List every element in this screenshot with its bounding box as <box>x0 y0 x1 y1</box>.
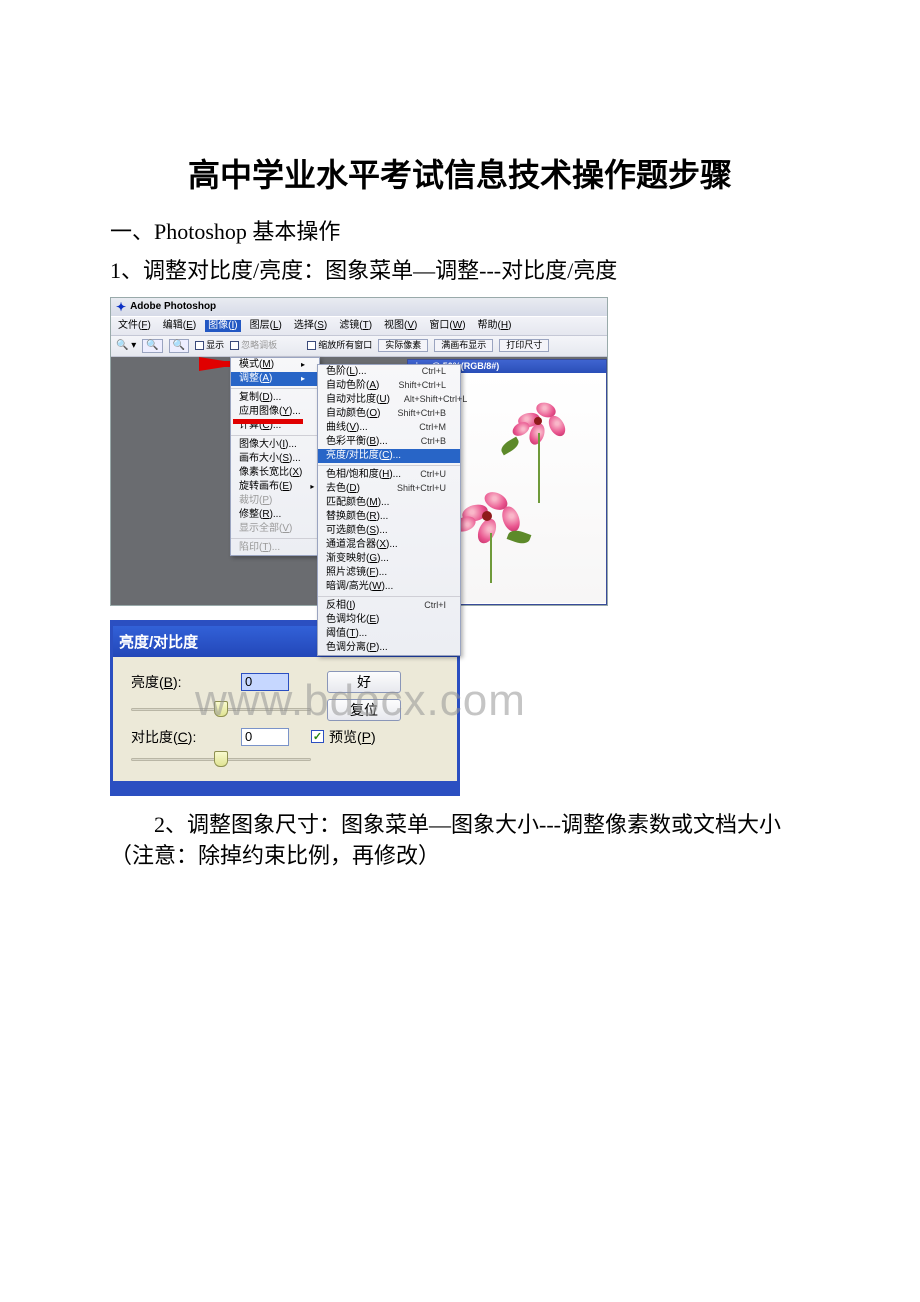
menu-item: 陷印(T)... <box>231 541 319 555</box>
menu-item[interactable]: 调整(A) <box>231 372 319 386</box>
menu-item[interactable]: 匹配颜色(M)... <box>318 496 460 510</box>
menu-item[interactable]: 自动颜色(O)Shift+Ctrl+B <box>318 407 460 421</box>
step-2-text: 2、调整图象尺寸：图象菜单—图象大小---调整像素数或文档大小（注意：除掉约束比… <box>110 810 810 872</box>
menu-item[interactable]: 渐变映射(G)... <box>318 552 460 566</box>
contrast-input[interactable] <box>241 728 289 746</box>
app-titlebar: ✦ Adobe Photoshop <box>111 298 607 316</box>
menu-item[interactable]: 亮度/对比度(C)... <box>318 449 460 463</box>
menubar-item[interactable]: 窗口(W) <box>426 320 468 332</box>
menu-item[interactable]: 替换颜色(R)... <box>318 510 460 524</box>
menubar-item[interactable]: 图层(L) <box>247 320 285 332</box>
menu-item[interactable]: 模式(M) <box>231 358 319 372</box>
annotation-arrow-icon <box>233 419 303 424</box>
adjustments-submenu[interactable]: 色阶(L)...Ctrl+L自动色阶(A)Shift+Ctrl+L自动对比度(U… <box>317 364 461 656</box>
menu-item[interactable]: 暗调/高光(W)... <box>318 580 460 594</box>
menubar-item[interactable]: 帮助(H) <box>475 320 515 332</box>
opt-btn-fit[interactable]: 满画布显示 <box>434 339 493 352</box>
workspace: 模式(M)调整(A)复制(D)...应用图像(Y)...计算(C)...图像大小… <box>111 357 607 605</box>
contrast-label: 对比度(C): <box>131 727 241 747</box>
contrast-slider[interactable] <box>131 751 311 767</box>
brightness-input[interactable] <box>241 673 289 691</box>
app-icon: ✦ <box>116 301 126 313</box>
opt-checkbox-zoomall[interactable]: 缩放所有窗口 <box>307 341 372 350</box>
menubar-item[interactable]: 视图(V) <box>381 320 420 332</box>
opt-show-label: 显示 <box>206 341 224 350</box>
menu-item[interactable]: 通道混合器(X)... <box>318 538 460 552</box>
zoom-out-button[interactable]: 🔍 <box>169 339 189 353</box>
image-menu-dropdown[interactable]: 模式(M)调整(A)复制(D)...应用图像(Y)...计算(C)...图像大小… <box>230 357 320 556</box>
menu-item[interactable]: 色阶(L)...Ctrl+L <box>318 365 460 379</box>
menu-item[interactable]: 色相/饱和度(H)...Ctrl+U <box>318 468 460 482</box>
opt-btn-actual-pixels[interactable]: 实际像素 <box>378 339 428 352</box>
menu-item[interactable]: 色调均化(E) <box>318 613 460 627</box>
ok-button[interactable]: 好 <box>327 671 401 693</box>
menu-item[interactable]: 反相(I)Ctrl+I <box>318 599 460 613</box>
photoshop-screenshot: ✦ Adobe Photoshop 文件(F) 编辑(E) 图像(I) 图层(L) 选择… <box>110 297 608 606</box>
menu-item[interactable]: 旋转画布(E) <box>231 480 319 494</box>
menu-item[interactable]: 像素长宽比(X) <box>231 466 319 480</box>
section-heading: 一、Photoshop 基本操作 <box>110 214 810 246</box>
opt-checkbox-ignore[interactable]: 忽略调板 <box>230 341 277 350</box>
cancel-button[interactable]: 复位 <box>327 699 401 721</box>
brightness-label: 亮度(B): <box>131 672 241 692</box>
options-bar: 🔍 ▾ 🔍 🔍 显示 忽略调板 缩放所有窗口 实际像素 满画布显示 打印尺寸 <box>111 336 607 357</box>
menu-item[interactable]: 自动色阶(A)Shift+Ctrl+L <box>318 379 460 393</box>
menu-item[interactable]: 自动对比度(U)Alt+Shift+Ctrl+L <box>318 393 460 407</box>
menu-item[interactable]: 阈值(T)... <box>318 627 460 641</box>
menu-item[interactable]: 画布大小(S)... <box>231 452 319 466</box>
app-title: Adobe Photoshop <box>130 302 216 312</box>
menu-item[interactable]: 应用图像(Y)... <box>231 405 319 419</box>
opt-zoomall-label: 缩放所有窗口 <box>318 341 372 350</box>
step-1-text: 1、调整对比度/亮度：图象菜单—调整---对比度/亮度 <box>110 256 810 287</box>
zoom-tool-icon[interactable]: 🔍 ▾ <box>116 341 136 351</box>
menubar-item[interactable]: 滤镜(T) <box>336 320 375 332</box>
menu-item[interactable]: 去色(D)Shift+Ctrl+U <box>318 482 460 496</box>
dialog-title: 亮度/对比度 <box>119 631 198 652</box>
menu-item[interactable]: 色调分离(P)... <box>318 641 460 655</box>
opt-btn-print-size[interactable]: 打印尺寸 <box>499 339 549 352</box>
menu-item[interactable]: 图像大小(I)... <box>231 438 319 452</box>
menu-item[interactable]: 复制(D)... <box>231 391 319 405</box>
menubar[interactable]: 文件(F) 编辑(E) 图像(I) 图层(L) 选择(S) 滤镜(T) 视图(V) 窗口(W)… <box>111 316 607 336</box>
brightness-slider[interactable] <box>131 701 311 717</box>
doc-title: 高中学业水平考试信息技术操作题步骤 <box>110 150 810 196</box>
menubar-item[interactable]: 编辑(E) <box>160 320 199 332</box>
menu-item: 显示全部(V) <box>231 522 319 536</box>
menu-item[interactable]: 照片滤镜(F)... <box>318 566 460 580</box>
opt-ignore-label: 忽略调板 <box>241 341 277 350</box>
menu-item[interactable]: 可选颜色(S)... <box>318 524 460 538</box>
menubar-item[interactable]: 选择(S) <box>291 320 330 332</box>
zoom-in-button[interactable]: 🔍 <box>142 339 162 353</box>
opt-checkbox-show[interactable]: 显示 <box>195 341 224 350</box>
menu-item[interactable]: 曲线(V)...Ctrl+M <box>318 421 460 435</box>
menu-item[interactable]: 色彩平衡(B)...Ctrl+B <box>318 435 460 449</box>
tool-column <box>111 357 165 605</box>
menu-item[interactable]: 修整(R)... <box>231 508 319 522</box>
menubar-item[interactable]: 文件(F) <box>115 320 154 332</box>
menubar-item[interactable]: 图像(I) <box>205 320 240 332</box>
preview-checkbox[interactable]: ✓预览(P) <box>311 727 401 747</box>
menu-item: 裁切(P) <box>231 494 319 508</box>
